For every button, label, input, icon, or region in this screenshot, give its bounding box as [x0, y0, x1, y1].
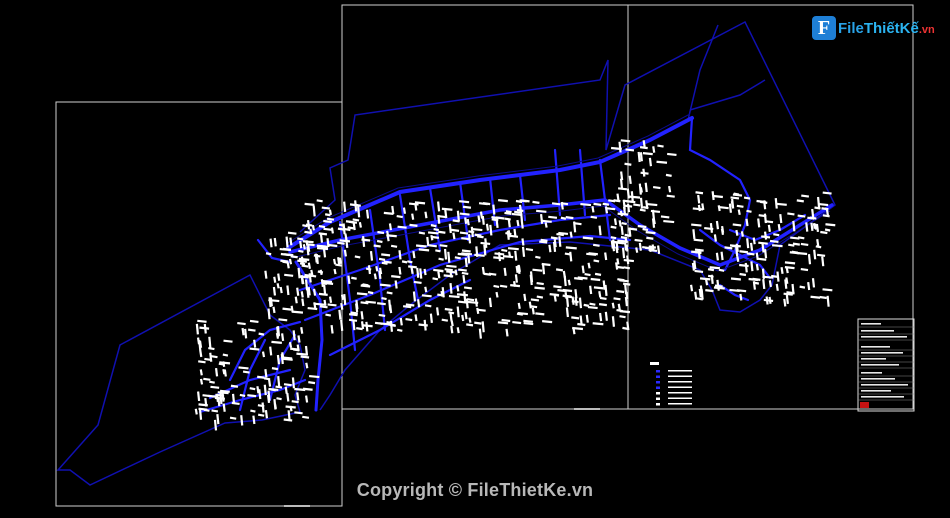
logo-text: FileThiếtKế.vn [838, 20, 935, 37]
copyright-watermark: Copyright © FileThietKe.vn [356, 480, 594, 500]
sheet-left-frame [55, 101, 343, 507]
logo-name: ThiếtKế [863, 19, 919, 37]
logo-suffix: .vn [918, 23, 935, 36]
drawing-canvas[interactable] [0, 0, 950, 518]
sheet-right-frame [627, 4, 914, 410]
site-logo[interactable]: F FileThiếtKế.vn [812, 14, 935, 42]
logo-prefix: File [838, 19, 864, 37]
title-block [857, 318, 915, 412]
legend-block [650, 362, 692, 406]
lot-markings [194, 139, 836, 431]
file-logo-icon: F [812, 16, 836, 40]
road-network [198, 116, 834, 414]
